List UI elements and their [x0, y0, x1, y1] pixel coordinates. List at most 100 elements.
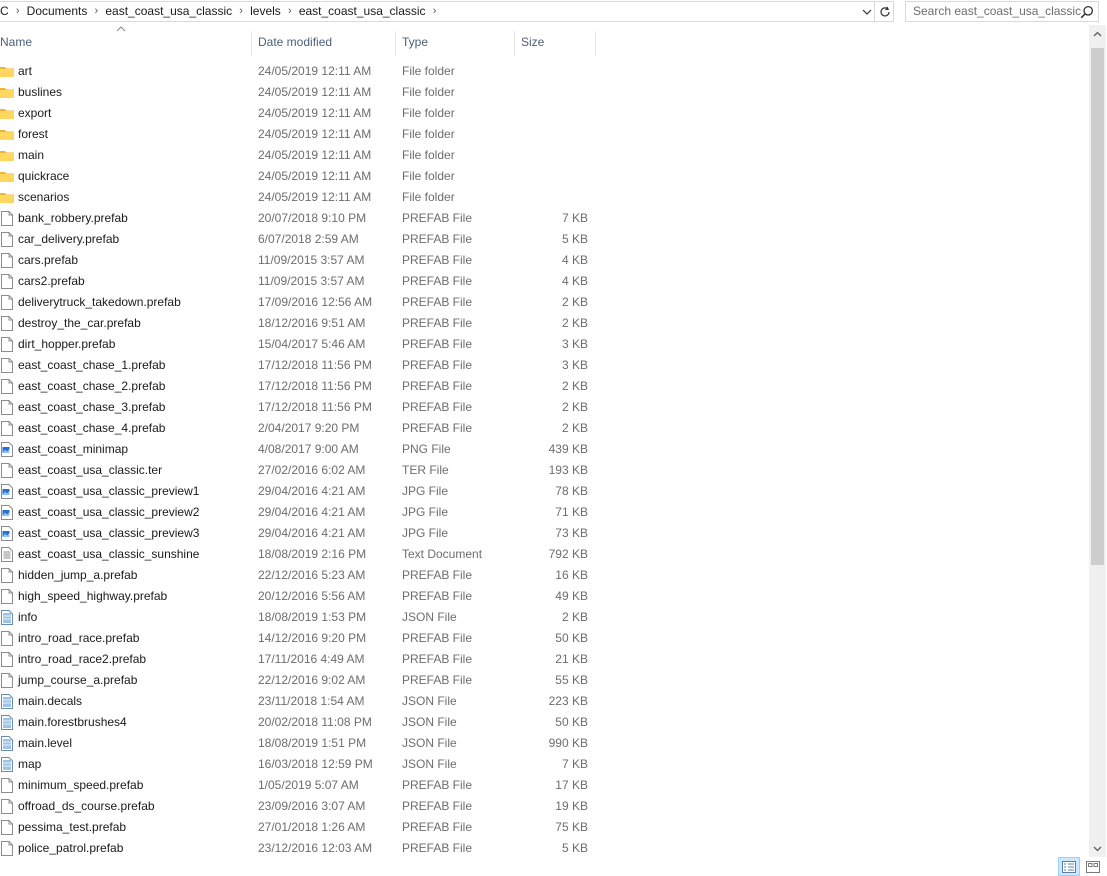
column-header-date-modified[interactable]: Date modified	[252, 25, 395, 58]
file-size: 19 KB	[555, 799, 588, 813]
json-file-icon	[1, 736, 13, 751]
file-row[interactable]: buslines 24/05/2019 12:11 AM File folder	[0, 82, 1088, 103]
search-icon[interactable]	[1080, 5, 1094, 19]
file-row[interactable]: main.level 18/08/2019 1:51 PM JSON File 990…	[0, 733, 1088, 754]
address-history-dropdown[interactable]	[858, 2, 875, 21]
file-row[interactable]: cars2.prefab 11/09/2015 3:57 AM PREFAB Fil…	[0, 271, 1088, 292]
file-type: JPG File	[402, 484, 449, 498]
file-row[interactable]: high_speed_highway.prefab 20/12/2016 5:56…	[0, 586, 1088, 607]
file-icon	[1, 400, 13, 415]
file-type: JSON File	[402, 757, 457, 771]
file-row[interactable]: police_patrol.prefab 23/12/2016 12:03 AM P…	[0, 838, 1088, 859]
file-row[interactable]: cars.prefab 11/09/2015 3:57 AM PREFAB File…	[0, 250, 1088, 271]
file-size: 75 KB	[555, 820, 588, 834]
large-icons-view-button[interactable]	[1082, 857, 1104, 876]
file-size: 4 KB	[561, 274, 588, 288]
file-row[interactable]: pessima_test.prefab 27/01/2018 1:26 AM PRE…	[0, 817, 1088, 838]
file-date-modified: 29/04/2016 4:21 AM	[258, 484, 366, 498]
file-date-modified: 1/05/2019 5:07 AM	[258, 778, 359, 792]
file-row[interactable]: info 18/08/2019 1:53 PM JSON File 2 KB	[0, 607, 1088, 628]
file-row[interactable]: offroad_ds_course.prefab 23/09/2016 3:07 …	[0, 796, 1088, 817]
file-row[interactable]: deliverytruck_takedown.prefab 17/09/2016 …	[0, 292, 1088, 313]
file-row[interactable]: main.decals 23/11/2018 1:54 AM JSON File 22…	[0, 691, 1088, 712]
file-row[interactable]: main 24/05/2019 12:11 AM File folder	[0, 145, 1088, 166]
breadcrumb-separator-chevron-icon[interactable]: ›	[236, 2, 246, 21]
vertical-scrollbar[interactable]	[1089, 25, 1106, 857]
file-date-modified: 22/12/2016 5:23 AM	[258, 568, 366, 582]
file-icon	[1, 316, 13, 331]
file-row[interactable]: east_coast_usa_classic_preview1 29/04/201…	[0, 481, 1088, 502]
file-icon	[1, 799, 13, 814]
breadcrumb-separator-chevron-icon[interactable]: ›	[430, 2, 440, 21]
scroll-down-button[interactable]	[1089, 840, 1106, 857]
breadcrumb-separator-chevron-icon[interactable]: ›	[91, 2, 101, 21]
file-row[interactable]: minimum_speed.prefab 1/05/2019 5:07 AM PRE…	[0, 775, 1088, 796]
file-name: east_coast_usa_classic.ter	[18, 463, 163, 477]
breadcrumb-separator-chevron-icon[interactable]: ›	[13, 2, 23, 21]
file-date-modified: 24/05/2019 12:11 AM	[258, 64, 372, 78]
refresh-button[interactable]	[874, 2, 894, 21]
file-row[interactable]: east_coast_chase_1.prefab 17/12/2018 11:5…	[0, 355, 1088, 376]
file-row[interactable]: east_coast_minimap 4/08/2017 9:00 AM PNG F…	[0, 439, 1088, 460]
image-icon	[1, 442, 13, 457]
file-size: 223 KB	[548, 694, 588, 708]
column-header-size[interactable]: Size	[515, 25, 595, 58]
file-name: east_coast_minimap	[18, 442, 129, 456]
column-header-name[interactable]: Name	[0, 25, 251, 58]
file-row[interactable]: destroy_the_car.prefab 18/12/2016 9:51 AM…	[0, 313, 1088, 334]
breadcrumb-item[interactable]: C	[0, 2, 13, 21]
file-date-modified: 20/02/2018 11:08 PM	[258, 715, 372, 729]
file-row[interactable]: east_coast_chase_3.prefab 17/12/2018 11:5…	[0, 397, 1088, 418]
file-size: 193 KB	[548, 463, 588, 477]
file-row[interactable]: forest 24/05/2019 12:11 AM File folder	[0, 124, 1088, 145]
folder-icon	[0, 67, 14, 77]
file-row[interactable]: hidden_jump_a.prefab 22/12/2016 5:23 AM PR…	[0, 565, 1088, 586]
file-type: File folder	[402, 190, 455, 204]
file-row[interactable]: bank_robbery.prefab 20/07/2018 9:10 PM PRE…	[0, 208, 1088, 229]
file-row[interactable]: east_coast_usa_classic.ter 27/02/2016 6:0…	[0, 460, 1088, 481]
file-row[interactable]: jump_course_a.prefab 22/12/2016 9:02 AM PR…	[0, 670, 1088, 691]
breadcrumb-item[interactable]: levels	[246, 2, 285, 21]
file-size: 990 KB	[548, 736, 588, 750]
file-row[interactable]: art 24/05/2019 12:11 AM File folder	[0, 61, 1088, 82]
address-bar[interactable]: C › Documents › east_coast_usa_classic › level…	[0, 1, 894, 22]
file-date-modified: 23/12/2016 12:03 AM	[258, 841, 373, 855]
file-type: PREFAB File	[402, 295, 473, 309]
search-input[interactable]: Search east_coast_usa_classic	[913, 2, 1081, 21]
file-row[interactable]: east_coast_chase_4.prefab 2/04/2017 9:20 …	[0, 418, 1088, 439]
scroll-up-button[interactable]	[1089, 25, 1106, 42]
file-size: 792 KB	[548, 547, 588, 561]
file-date-modified: 2/04/2017 9:20 PM	[258, 421, 360, 435]
file-name: cars.prefab	[18, 253, 79, 267]
file-row[interactable]: east_coast_chase_2.prefab 17/12/2018 11:5…	[0, 376, 1088, 397]
file-row[interactable]: intro_road_race.prefab 14/12/2016 9:20 PM…	[0, 628, 1088, 649]
file-size: 5 KB	[561, 232, 588, 246]
file-row[interactable]: intro_road_race2.prefab 17/11/2016 4:49 A…	[0, 649, 1088, 670]
file-row[interactable]: quickrace 24/05/2019 12:11 AM File folder	[0, 166, 1088, 187]
file-row[interactable]: dirt_hopper.prefab 15/04/2017 5:46 AM PREF…	[0, 334, 1088, 355]
column-header-type[interactable]: Type	[396, 25, 514, 58]
file-type: PREFAB File	[402, 841, 473, 855]
file-name: main.level	[18, 736, 73, 750]
breadcrumb-item[interactable]: Documents	[23, 2, 92, 21]
scrollbar-thumb[interactable]	[1091, 48, 1104, 565]
file-size: 16 KB	[555, 568, 588, 582]
file-row[interactable]: map 16/03/2018 12:59 PM JSON File 7 KB	[0, 754, 1088, 775]
breadcrumb-item[interactable]: east_coast_usa_classic	[101, 2, 236, 21]
details-view-button[interactable]	[1058, 857, 1080, 876]
search-box[interactable]: Search east_coast_usa_classic	[905, 1, 1099, 22]
file-date-modified: 22/12/2016 9:02 AM	[258, 673, 366, 687]
file-icon	[1, 253, 13, 268]
file-type: File folder	[402, 85, 455, 99]
file-row[interactable]: east_coast_usa_classic_preview2 29/04/201…	[0, 502, 1088, 523]
breadcrumb-item[interactable]: east_coast_usa_classic	[295, 2, 430, 21]
file-row[interactable]: east_coast_usa_classic_preview3 29/04/201…	[0, 523, 1088, 544]
file-row[interactable]: export 24/05/2019 12:11 AM File folder	[0, 103, 1088, 124]
column-divider[interactable]	[595, 31, 596, 56]
file-row[interactable]: scenarios 24/05/2019 12:11 AM File folder	[0, 187, 1088, 208]
file-row[interactable]: main.forestbrushes4 20/02/2018 11:08 PM JS…	[0, 712, 1088, 733]
file-name: east_coast_usa_classic_preview3	[18, 526, 200, 540]
file-row[interactable]: car_delivery.prefab 6/07/2018 2:59 AM PREF…	[0, 229, 1088, 250]
breadcrumb-separator-chevron-icon[interactable]: ›	[285, 2, 295, 21]
file-row[interactable]: east_coast_usa_classic_sunshine 18/08/201…	[0, 544, 1088, 565]
